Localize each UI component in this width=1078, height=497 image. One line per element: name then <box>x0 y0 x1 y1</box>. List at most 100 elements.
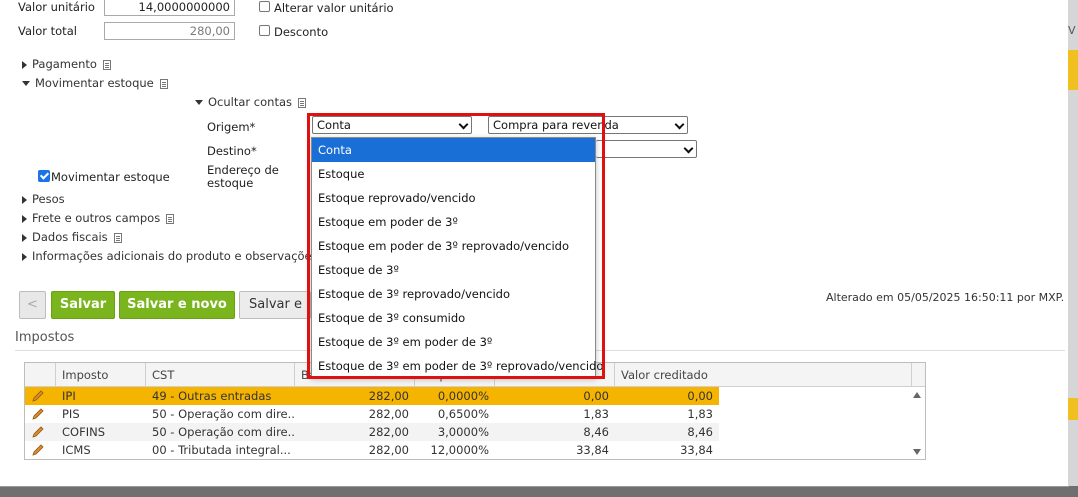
dropdown-option[interactable]: Estoque em poder de 3º <box>312 210 595 234</box>
expand-arrow-icon <box>22 233 27 242</box>
cell-valor: 0,00 <box>583 389 609 403</box>
scroll-up-icon[interactable] <box>913 392 921 398</box>
cell-cst: 49 - Outras entradas <box>152 389 272 403</box>
salvar-button[interactable]: Salvar <box>51 291 115 319</box>
collapse-arrow-icon <box>22 81 30 86</box>
cell-valor: 8,46 <box>583 425 609 439</box>
cell-aliquota: 12,0000% <box>430 443 489 457</box>
table-row[interactable]: PIS 50 - Operação com dire... 282,00 0,6… <box>25 405 719 423</box>
expand-arrow-icon <box>22 60 27 69</box>
chevron-down-icon <box>674 119 685 130</box>
dropdown-option[interactable]: Estoque <box>312 162 595 186</box>
expand-arrow-icon <box>22 195 27 204</box>
alterar-valor-checkbox[interactable] <box>259 1 270 12</box>
destino-select[interactable] <box>596 140 697 158</box>
document-icon[interactable] <box>166 213 175 224</box>
chevron-down-icon <box>458 119 469 130</box>
dropdown-option[interactable]: Estoque de 3º reprovado/vencido <box>312 282 595 306</box>
section-movimentar-estoque-label: Movimentar estoque <box>35 76 154 90</box>
origem-conta-select-value: Compra para revenda <box>493 118 619 132</box>
document-icon[interactable] <box>113 232 122 243</box>
section-pagamento[interactable]: Pagamento <box>22 57 111 71</box>
table-row[interactable]: IPI 49 - Outras entradas 282,00 0,0000% … <box>25 387 719 405</box>
dropdown-option[interactable]: Estoque de 3º consumido <box>312 306 595 330</box>
section-ocultar-contas[interactable]: Ocultar contas <box>195 95 306 109</box>
dropdown-option[interactable]: Estoque reprovado/vencido <box>312 186 595 210</box>
section-frete[interactable]: Frete e outros campos <box>22 211 175 225</box>
table-header-valor-creditado[interactable]: Valor creditado <box>615 363 912 387</box>
cell-imposto: COFINS <box>62 425 105 439</box>
pencil-icon[interactable] <box>31 389 45 403</box>
section-pesos-label: Pesos <box>32 192 65 206</box>
cell-base: 282,00 <box>368 407 409 421</box>
cell-creditado: 0,00 <box>687 389 713 403</box>
endereco-label-line2: estoque <box>207 176 254 190</box>
alterar-valor-label: Alterar valor unitário <box>274 1 394 15</box>
cell-imposto: PIS <box>62 407 80 421</box>
movimentar-estoque-checkbox[interactable] <box>38 170 50 182</box>
cell-creditado: 33,84 <box>680 443 713 457</box>
section-pesos[interactable]: Pesos <box>22 192 65 206</box>
chevron-down-icon <box>683 143 694 154</box>
edge-yellow-bar <box>1068 398 1078 420</box>
section-dados-fiscais-label: Dados fiscais <box>32 230 108 244</box>
table-header-cst[interactable]: CST <box>146 363 295 387</box>
valor-unitario-input[interactable]: 14,0000000000 <box>104 0 235 16</box>
cell-base: 282,00 <box>368 425 409 439</box>
destino-label: Destino* <box>207 144 257 158</box>
background-window-edge: V <box>1068 0 1078 486</box>
valor-total-input: 280,00 <box>104 22 235 40</box>
valor-total-label: Valor total <box>18 24 77 38</box>
pencil-icon[interactable] <box>31 443 45 457</box>
cell-cst: 50 - Operação com dire... <box>152 407 295 421</box>
table-header-edit <box>25 363 56 387</box>
dropdown-option[interactable]: Estoque de 3º em poder de 3º <box>312 330 595 354</box>
salvar-e-novo-button[interactable]: Salvar e novo <box>119 291 235 319</box>
valor-unitario-label: Valor unitário <box>18 0 95 14</box>
endereco-estoque-label: Endereço de estoque <box>207 164 279 190</box>
cell-aliquota: 0,0000% <box>437 389 489 403</box>
salvar-e-fechar-button[interactable]: Salvar e f <box>239 291 311 319</box>
desconto-checkbox[interactable] <box>259 25 270 36</box>
table-row[interactable]: COFINS 50 - Operação com dire... 282,00 … <box>25 423 719 441</box>
origem-conta-select[interactable]: Compra para revenda <box>488 116 688 134</box>
origem-label: Origem* <box>207 120 256 134</box>
cell-imposto: ICMS <box>62 443 91 457</box>
section-ocultar-contas-label: Ocultar contas <box>208 95 292 109</box>
dropdown-option[interactable]: Estoque em poder de 3º reprovado/vencido <box>312 234 595 258</box>
section-info-adicionais-label: Informações adicionais do produto e obse… <box>32 249 318 263</box>
section-dados-fiscais[interactable]: Dados fiscais <box>22 230 122 244</box>
table-header-imposto[interactable]: Imposto <box>56 363 146 387</box>
pencil-icon[interactable] <box>31 407 45 421</box>
cell-aliquota: 0,6500% <box>437 407 489 421</box>
document-icon[interactable] <box>102 59 111 70</box>
origem-dropdown-list: Conta Estoque Estoque reprovado/vencido … <box>311 137 603 378</box>
impostos-title: Impostos <box>15 330 75 345</box>
document-icon[interactable] <box>159 78 168 89</box>
section-pagamento-label: Pagamento <box>32 57 97 71</box>
table-header-spacer <box>912 363 925 387</box>
cell-aliquota: 3,0000% <box>437 425 489 439</box>
pencil-icon[interactable] <box>31 425 45 439</box>
desconto-label: Desconto <box>274 25 329 39</box>
expand-arrow-icon <box>22 252 27 261</box>
collapse-arrow-icon <box>195 100 203 105</box>
alterado-status: Alterado em 05/05/2025 16:50:11 por MXP. <box>826 291 1065 304</box>
cell-creditado: 1,83 <box>687 407 713 421</box>
cell-creditado: 8,46 <box>687 425 713 439</box>
dropdown-option[interactable]: Estoque de 3º em poder de 3º reprovado/v… <box>312 354 603 378</box>
cell-cst: 00 - Tributada integral... <box>152 443 291 457</box>
section-frete-label: Frete e outros campos <box>32 211 161 225</box>
section-info-adicionais[interactable]: Informações adicionais do produto e obse… <box>22 249 318 263</box>
origem-select[interactable]: Conta <box>312 116 472 134</box>
table-row[interactable]: ICMS 00 - Tributada integral... 282,00 1… <box>25 441 719 459</box>
origem-select-value: Conta <box>317 118 351 132</box>
back-button[interactable]: < <box>19 291 46 319</box>
dropdown-option[interactable]: Conta <box>312 138 595 162</box>
scroll-down-icon[interactable] <box>913 449 921 455</box>
dropdown-option[interactable]: Estoque de 3º <box>312 258 595 282</box>
cell-valor: 1,83 <box>583 407 609 421</box>
document-icon[interactable] <box>298 97 306 108</box>
edge-letter: V <box>1068 24 1076 37</box>
section-movimentar-estoque[interactable]: Movimentar estoque <box>22 76 168 90</box>
